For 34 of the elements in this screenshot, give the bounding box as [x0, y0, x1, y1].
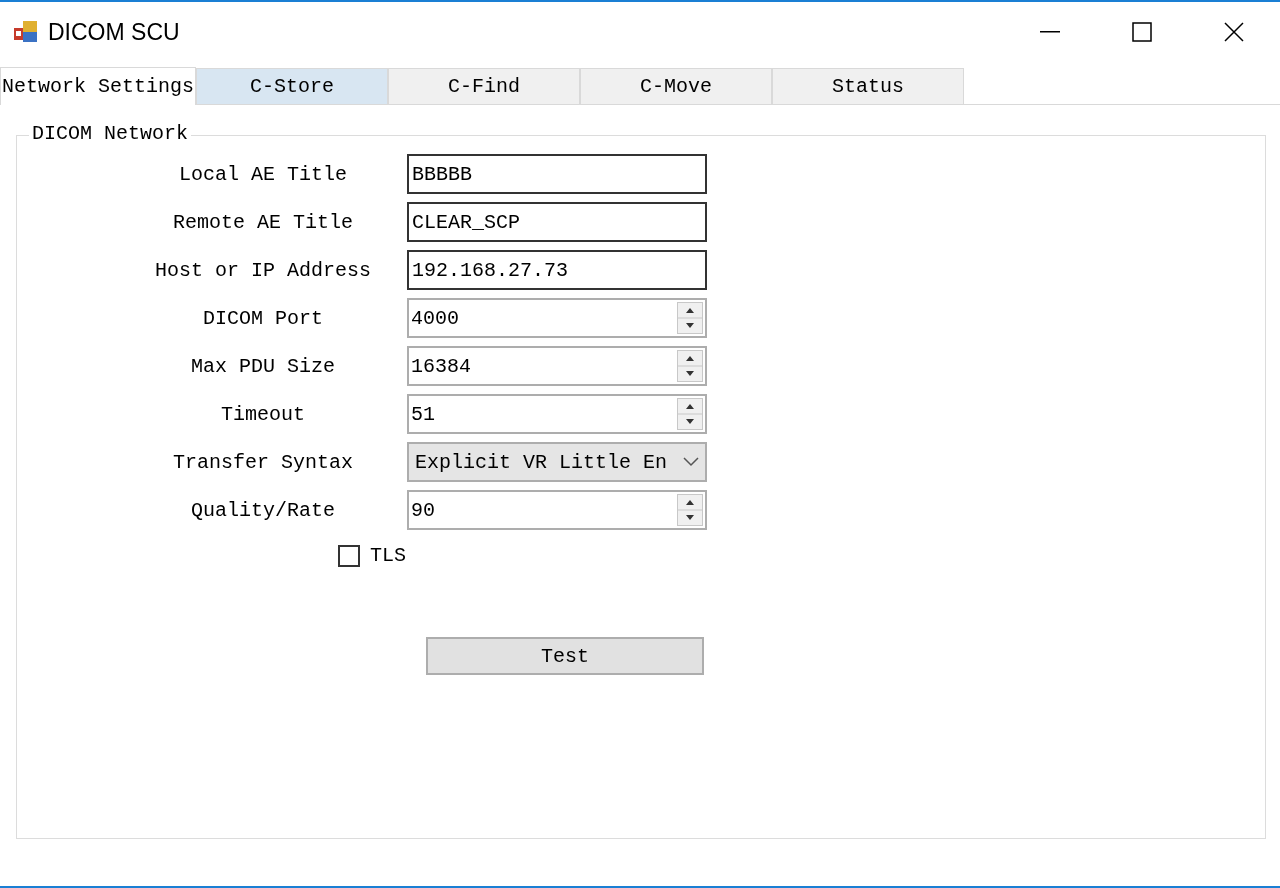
text-field[interactable]: CLEAR_SCP [407, 202, 707, 242]
field-label: Max PDU Size [190, 354, 336, 378]
tab[interactable]: C-Store [196, 68, 388, 104]
window-title: DICOM SCU [48, 18, 181, 46]
chevron-down-icon [683, 457, 699, 467]
tab[interactable]: C-Move [580, 68, 772, 104]
text-field[interactable]: BBBBB [407, 154, 707, 194]
app-icon [14, 20, 38, 44]
tab[interactable]: Status [772, 68, 964, 104]
tab[interactable]: Network Settings [0, 67, 196, 105]
number-spinner[interactable]: 51 [407, 394, 707, 434]
field-label: Host or IP Address [153, 258, 372, 282]
spin-arrows-icon[interactable] [677, 494, 703, 526]
close-icon [1224, 22, 1244, 42]
field-label: Remote AE Title [172, 210, 354, 234]
maximize-icon [1132, 22, 1152, 42]
tab[interactable]: C-Find [388, 68, 580, 104]
field-label: Local AE Title [178, 162, 348, 186]
checkbox[interactable] [338, 544, 360, 567]
test-button[interactable]: Test [426, 637, 704, 675]
field-label: Quality/Rate [190, 498, 336, 522]
number-spinner[interactable]: 4000 [407, 298, 707, 338]
number-spinner[interactable]: 16384 [407, 346, 707, 386]
spin-arrows-icon[interactable] [677, 302, 703, 334]
minimize-icon [1040, 31, 1060, 33]
checkbox-label: TLS [370, 544, 406, 567]
field-label: DICOM Port [202, 306, 324, 330]
field-label: Transfer Syntax [172, 450, 354, 474]
dropdown[interactable]: Explicit VR Little En [407, 442, 707, 482]
number-spinner[interactable]: 90 [407, 490, 707, 530]
spin-arrows-icon[interactable] [677, 350, 703, 382]
field-label: Timeout [220, 402, 306, 426]
spin-arrows-icon[interactable] [677, 398, 703, 430]
text-field[interactable]: 192.168.27.73 [407, 250, 707, 290]
